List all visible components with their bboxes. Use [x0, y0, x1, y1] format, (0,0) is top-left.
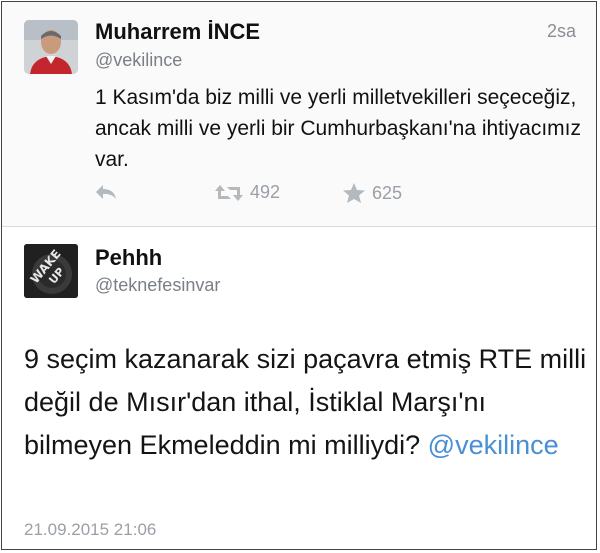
tweet-divider — [2, 226, 596, 227]
tweet-actions: 492 625 — [2, 182, 596, 208]
reply-button[interactable] — [94, 182, 118, 202]
tweet-text: 9 seçim kazanarak sizi paçavra etmiş RTE… — [24, 338, 594, 467]
display-name[interactable]: Muharrem İNCE — [95, 19, 260, 45]
display-name[interactable]: Pehhh — [95, 245, 162, 271]
tweet-date[interactable]: 21.09.2015 21:06 — [24, 520, 156, 540]
username-handle[interactable]: @vekilince — [95, 50, 182, 71]
favorite-button[interactable]: 625 — [342, 182, 402, 204]
star-icon — [342, 182, 366, 204]
tweet-muharrem[interactable]: Muharrem İNCE @vekilince 2sa 1 Kasım'da … — [2, 2, 596, 226]
avatar[interactable]: WAKE UP — [24, 244, 78, 298]
username-handle[interactable]: @teknefesinvar — [95, 275, 220, 296]
tweet-text: 1 Kasım'da biz milli ve yerli milletveki… — [95, 86, 582, 171]
retweet-button[interactable]: 492 — [214, 182, 280, 203]
retweet-count: 492 — [250, 182, 281, 202]
tweet-timestamp[interactable]: 2sa — [547, 21, 576, 42]
tweet-screenshot-frame: Muharrem İNCE @vekilince 2sa 1 Kasım'da … — [1, 1, 597, 550]
favorite-count: 625 — [372, 182, 403, 203]
mention-link[interactable]: @vekilince — [428, 430, 559, 460]
retweet-icon — [214, 183, 244, 203]
reply-icon — [94, 182, 118, 202]
avatar[interactable] — [24, 20, 78, 74]
